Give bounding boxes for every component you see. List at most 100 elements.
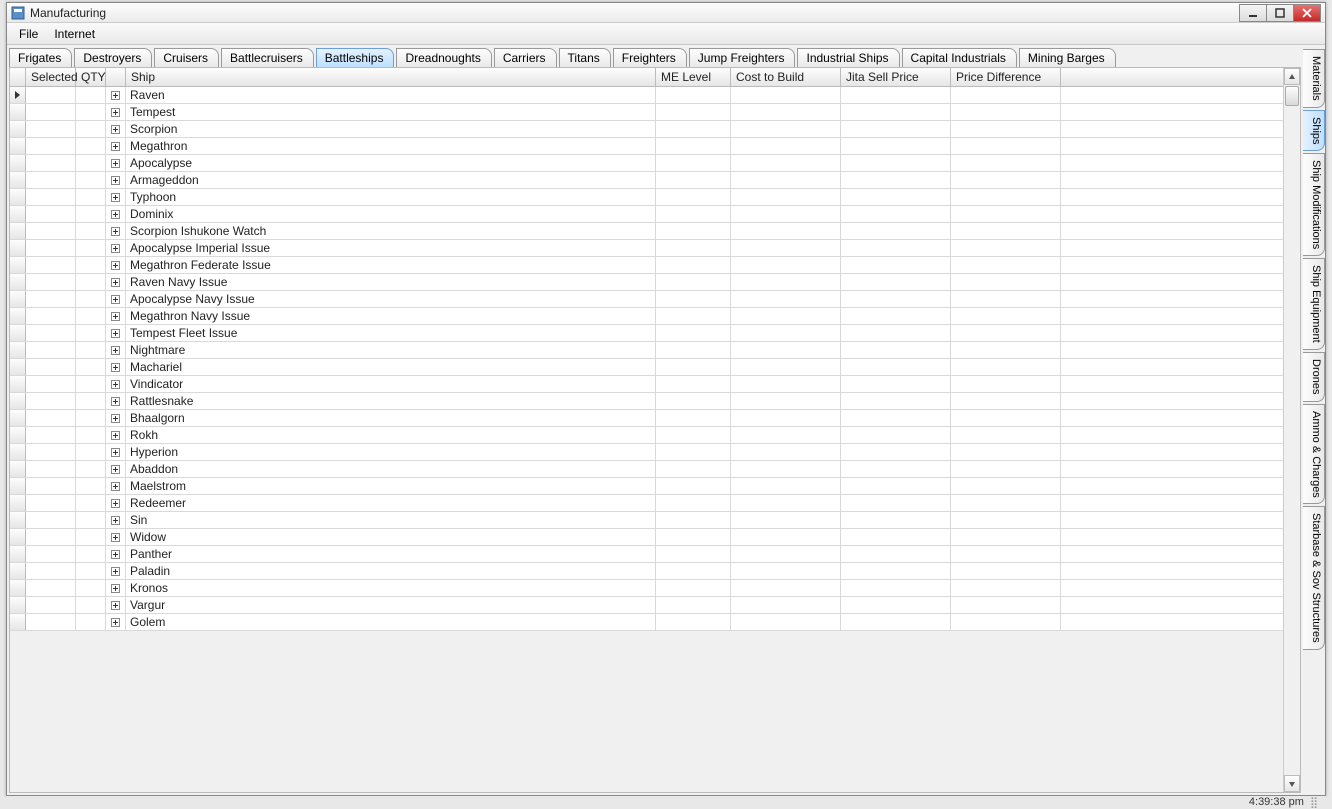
row-header[interactable]	[10, 206, 26, 222]
cell-ship[interactable]: Redeemer	[126, 495, 656, 511]
row-header[interactable]	[10, 240, 26, 256]
cell-qty[interactable]	[76, 172, 106, 188]
expand-icon[interactable]	[111, 193, 120, 202]
cell-price-difference[interactable]	[951, 172, 1061, 188]
cell-expand[interactable]	[106, 495, 126, 511]
expand-icon[interactable]	[111, 142, 120, 151]
expand-icon[interactable]	[111, 601, 120, 610]
column-expand[interactable]	[106, 68, 126, 86]
row-header[interactable]	[10, 87, 26, 103]
cell-me-level[interactable]	[656, 240, 731, 256]
cell-selected[interactable]	[26, 274, 76, 290]
expand-icon[interactable]	[111, 312, 120, 321]
close-button[interactable]	[1293, 4, 1321, 22]
row-header[interactable]	[10, 359, 26, 375]
cell-selected[interactable]	[26, 495, 76, 511]
cell-price-difference[interactable]	[951, 274, 1061, 290]
side-tab-materials[interactable]: Materials	[1303, 49, 1325, 108]
cell-cost-to-build[interactable]	[731, 206, 841, 222]
cell-me-level[interactable]	[656, 512, 731, 528]
row-header[interactable]	[10, 461, 26, 477]
cell-selected[interactable]	[26, 529, 76, 545]
cell-selected[interactable]	[26, 138, 76, 154]
cell-price-difference[interactable]	[951, 308, 1061, 324]
row-header[interactable]	[10, 274, 26, 290]
cell-me-level[interactable]	[656, 410, 731, 426]
cell-me-level[interactable]	[656, 444, 731, 460]
cell-cost-to-build[interactable]	[731, 308, 841, 324]
cell-me-level[interactable]	[656, 427, 731, 443]
cell-jita-sell-price[interactable]	[841, 206, 951, 222]
cell-jita-sell-price[interactable]	[841, 461, 951, 477]
cell-jita-sell-price[interactable]	[841, 614, 951, 630]
cell-expand[interactable]	[106, 427, 126, 443]
cell-expand[interactable]	[106, 614, 126, 630]
cell-selected[interactable]	[26, 512, 76, 528]
expand-icon[interactable]	[111, 397, 120, 406]
table-row[interactable]: Vargur	[10, 597, 1283, 614]
cell-qty[interactable]	[76, 206, 106, 222]
table-row[interactable]: Widow	[10, 529, 1283, 546]
table-row[interactable]: Tempest	[10, 104, 1283, 121]
cell-qty[interactable]	[76, 376, 106, 392]
row-header[interactable]	[10, 563, 26, 579]
cell-jita-sell-price[interactable]	[841, 359, 951, 375]
cell-cost-to-build[interactable]	[731, 138, 841, 154]
expand-icon[interactable]	[111, 414, 120, 423]
cell-expand[interactable]	[106, 189, 126, 205]
cell-ship[interactable]: Tempest	[126, 104, 656, 120]
cell-expand[interactable]	[106, 580, 126, 596]
scroll-track[interactable]	[1284, 85, 1300, 775]
cell-jita-sell-price[interactable]	[841, 478, 951, 494]
cell-ship[interactable]: Sin	[126, 512, 656, 528]
cell-jita-sell-price[interactable]	[841, 427, 951, 443]
cell-cost-to-build[interactable]	[731, 155, 841, 171]
cell-expand[interactable]	[106, 257, 126, 273]
row-header[interactable]	[10, 189, 26, 205]
top-tab-carriers[interactable]: Carriers	[494, 48, 557, 67]
cell-expand[interactable]	[106, 478, 126, 494]
row-header[interactable]	[10, 342, 26, 358]
cell-me-level[interactable]	[656, 325, 731, 341]
cell-selected[interactable]	[26, 597, 76, 613]
table-row[interactable]: Raven	[10, 87, 1283, 104]
cell-me-level[interactable]	[656, 138, 731, 154]
cell-expand[interactable]	[106, 461, 126, 477]
cell-cost-to-build[interactable]	[731, 546, 841, 562]
row-header[interactable]	[10, 580, 26, 596]
maximize-button[interactable]	[1266, 4, 1294, 22]
cell-ship[interactable]: Apocalypse Navy Issue	[126, 291, 656, 307]
cell-selected[interactable]	[26, 410, 76, 426]
cell-price-difference[interactable]	[951, 223, 1061, 239]
cell-qty[interactable]	[76, 580, 106, 596]
table-row[interactable]: Nightmare	[10, 342, 1283, 359]
cell-cost-to-build[interactable]	[731, 342, 841, 358]
cell-qty[interactable]	[76, 138, 106, 154]
expand-icon[interactable]	[111, 244, 120, 253]
cell-ship[interactable]: Raven Navy Issue	[126, 274, 656, 290]
cell-ship[interactable]: Abaddon	[126, 461, 656, 477]
expand-icon[interactable]	[111, 584, 120, 593]
row-header[interactable]	[10, 614, 26, 630]
cell-price-difference[interactable]	[951, 240, 1061, 256]
cell-cost-to-build[interactable]	[731, 597, 841, 613]
cell-expand[interactable]	[106, 121, 126, 137]
cell-selected[interactable]	[26, 614, 76, 630]
top-tab-cruisers[interactable]: Cruisers	[154, 48, 219, 67]
cell-cost-to-build[interactable]	[731, 223, 841, 239]
cell-jita-sell-price[interactable]	[841, 342, 951, 358]
cell-ship[interactable]: Scorpion Ishukone Watch	[126, 223, 656, 239]
cell-me-level[interactable]	[656, 206, 731, 222]
side-tab-ammo-charges[interactable]: Ammo & Charges	[1303, 404, 1325, 505]
top-tab-freighters[interactable]: Freighters	[613, 48, 687, 67]
top-tab-jump-freighters[interactable]: Jump Freighters	[689, 48, 796, 67]
cell-qty[interactable]	[76, 529, 106, 545]
cell-qty[interactable]	[76, 308, 106, 324]
row-header[interactable]	[10, 444, 26, 460]
column-selected[interactable]: Selected	[26, 68, 76, 86]
cell-price-difference[interactable]	[951, 563, 1061, 579]
column-ship[interactable]: Ship	[126, 68, 656, 86]
cell-ship[interactable]: Golem	[126, 614, 656, 630]
cell-me-level[interactable]	[656, 529, 731, 545]
table-row[interactable]: Panther	[10, 546, 1283, 563]
